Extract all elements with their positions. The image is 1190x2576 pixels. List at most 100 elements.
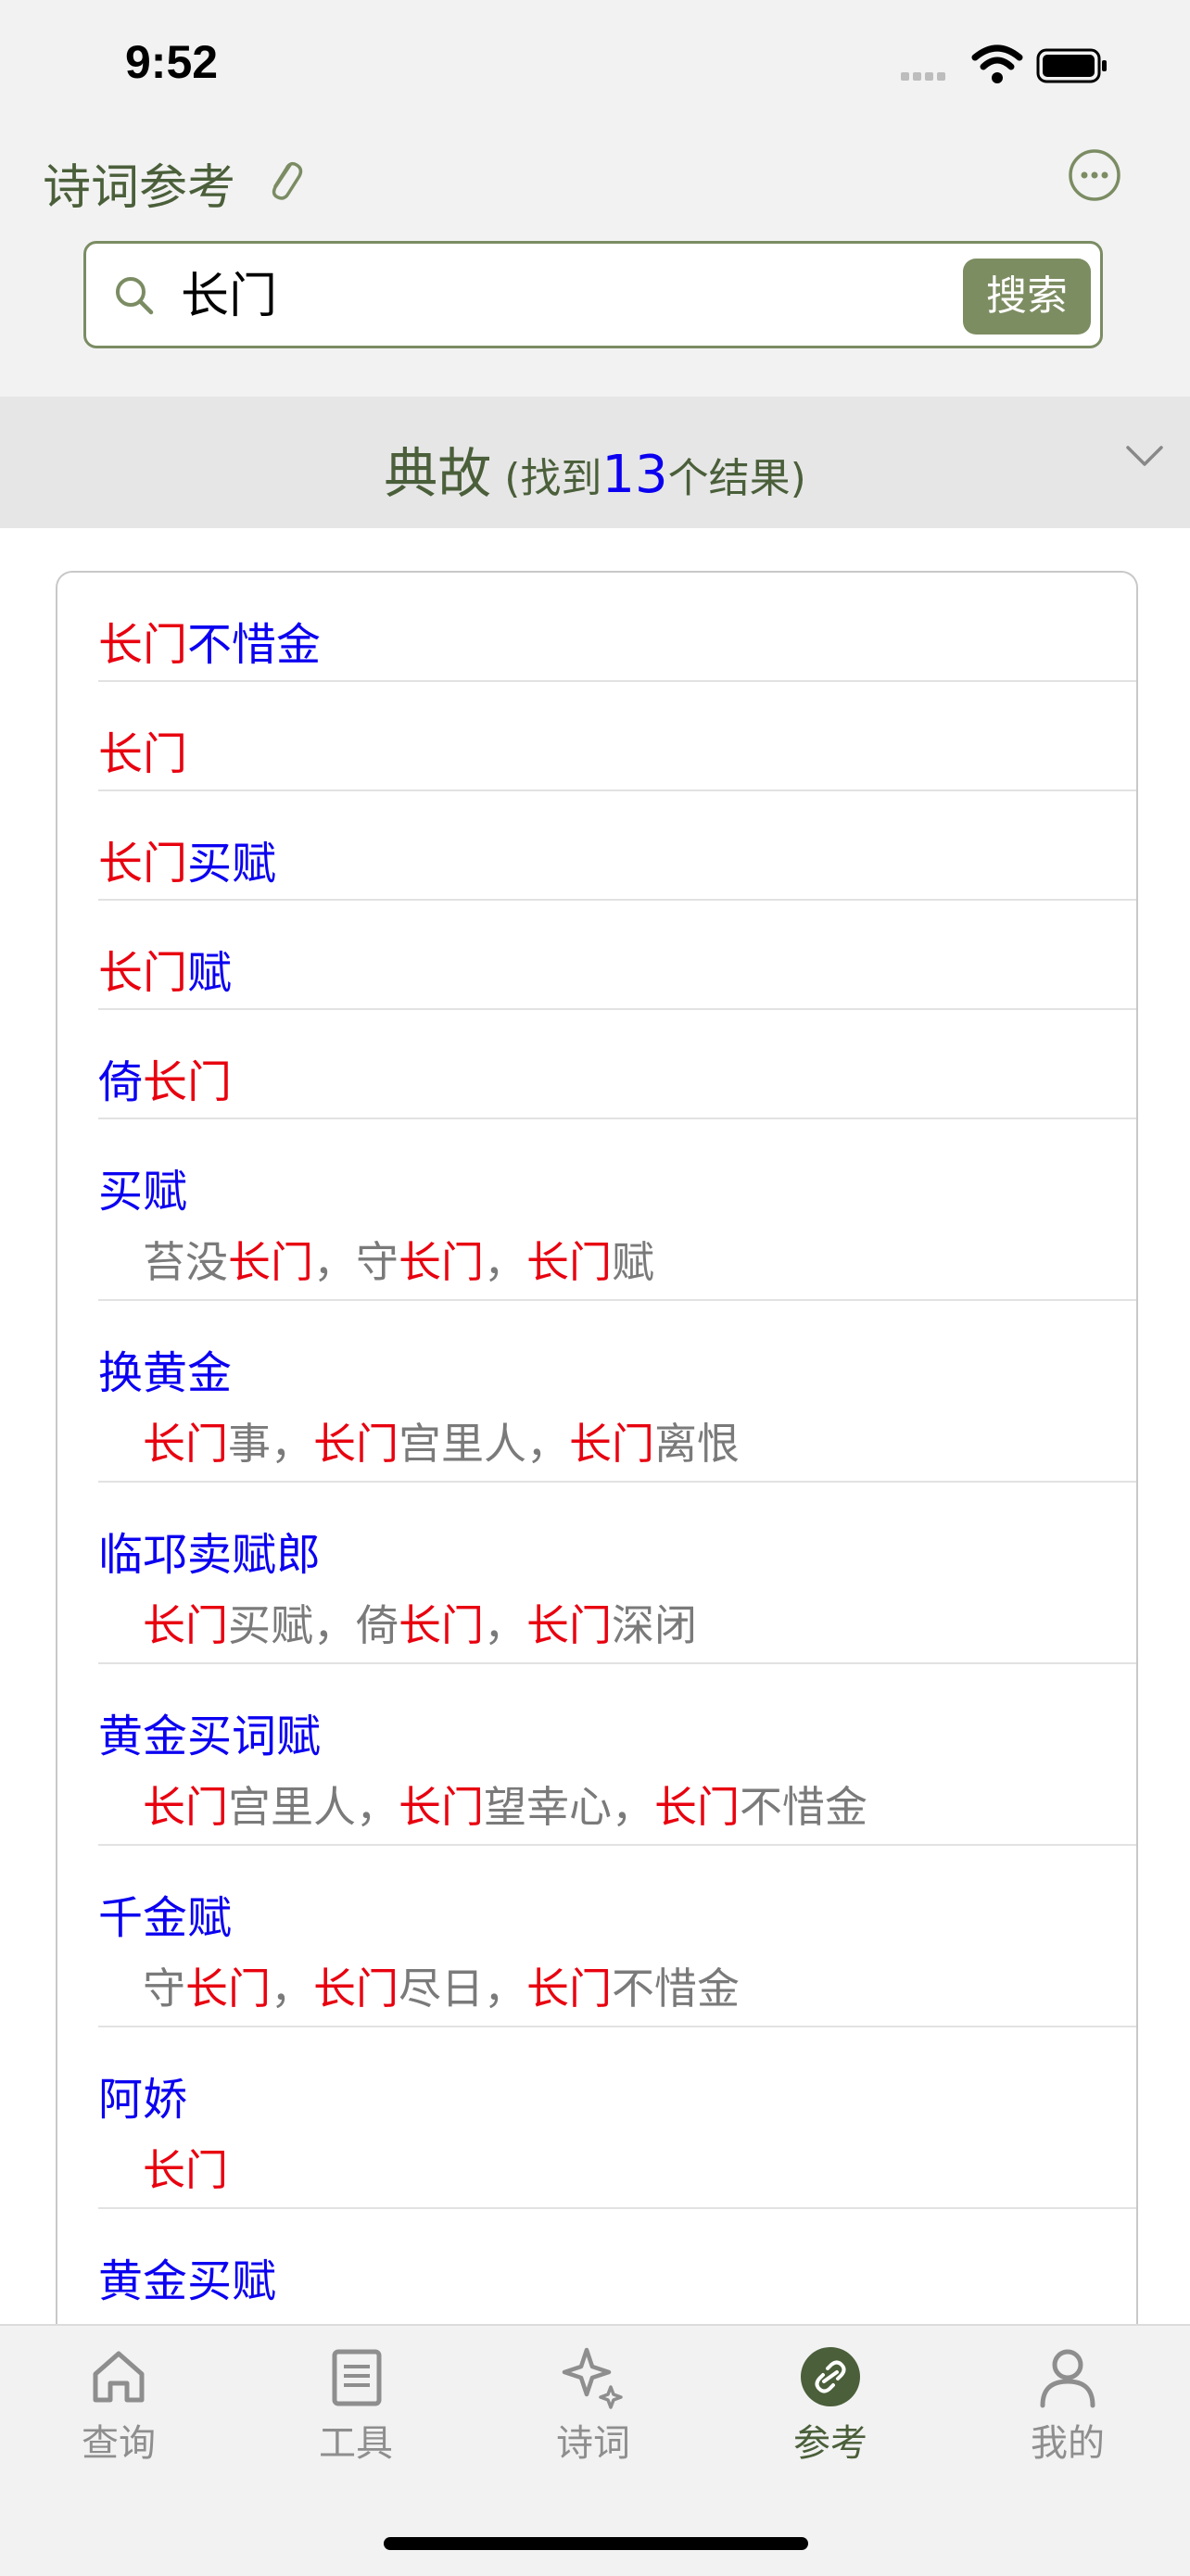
tab-mine[interactable]: 我的 [975, 2344, 1160, 2467]
result-excerpt-segment: 望幸心， [484, 1782, 654, 1832]
tab-reference[interactable]: 参考 [738, 2344, 923, 2467]
app-header: 诗词参考 [0, 130, 1190, 222]
result-excerpt-segment: 不惜金 [612, 1964, 740, 2014]
result-excerpt-segment: 宫里人， [228, 1782, 399, 1832]
result-excerpt-segment: 长门 [143, 1600, 228, 1650]
result-item[interactable]: 黄金买赋 [98, 2209, 1136, 2317]
result-excerpt: 长门事，长门宫里人，长门离恨 [143, 1410, 740, 1471]
result-title-segment: 买赋 [187, 838, 277, 890]
tab-label: 查询 [82, 2422, 156, 2465]
paperclip-icon [272, 161, 303, 200]
result-excerpt-segment: 长门 [313, 1419, 399, 1469]
found-prefix: (找到 [491, 455, 602, 502]
section-label: 典故 [384, 442, 492, 505]
section-title: 典故 (找到13个结果) [0, 430, 1190, 508]
chevron-down-icon[interactable] [1125, 443, 1164, 469]
result-title-segment: 长门 [98, 728, 188, 780]
tab-tools[interactable]: 工具 [263, 2344, 449, 2467]
result-excerpt-segment: 长门 [143, 1419, 228, 1469]
section-header[interactable]: 典故 (找到13个结果) [0, 397, 1190, 528]
result-title: 黄金买词赋 [98, 1699, 321, 1764]
result-title: 倚长门 [98, 1045, 232, 1110]
result-excerpt-segment: 长门 [143, 1782, 228, 1832]
search-icon [116, 277, 154, 315]
result-excerpt: 长门买赋，倚长门，长门深闭 [143, 1592, 697, 1653]
result-excerpt-segment: 不惜金 [740, 1782, 867, 1832]
result-excerpt-segment: 长门 [526, 1237, 612, 1287]
result-item[interactable]: 长门 [98, 682, 1136, 791]
result-title: 长门不惜金 [98, 608, 321, 673]
tab-label: 我的 [1031, 2422, 1105, 2465]
result-excerpt: 长门宫里人，长门望幸心，长门不惜金 [143, 1774, 867, 1835]
result-title-segment: 千金赋 [98, 1892, 233, 1944]
result-title: 长门赋 [98, 936, 232, 1001]
person-icon [1040, 2349, 1095, 2408]
result-title-segment: 长门 [98, 947, 188, 999]
result-title-segment: 倚 [98, 1056, 144, 1108]
result-item[interactable]: 长门赋 [98, 901, 1136, 1010]
result-title-segment: 长门 [143, 1056, 233, 1108]
result-item[interactable]: 阿娇长门 [98, 2027, 1136, 2209]
result-excerpt-segment: ， [271, 1964, 313, 2014]
wifi-icon [971, 44, 1023, 83]
result-excerpt-segment: ， [484, 1600, 526, 1650]
result-excerpt: 苔没长门，守长门，长门赋 [143, 1229, 654, 1290]
search-button[interactable]: 搜索 [963, 259, 1091, 335]
result-title-segment: 阿娇 [98, 2074, 188, 2126]
result-item[interactable]: 长门买赋 [98, 791, 1136, 901]
result-excerpt-segment: 赋 [612, 1237, 654, 1287]
result-title-segment: 买赋 [98, 1166, 188, 1218]
result-title-segment: 黄金买词赋 [98, 1711, 322, 1762]
more-options-icon[interactable] [1068, 148, 1121, 202]
result-excerpt-segment: 长门 [654, 1782, 740, 1832]
result-title: 长门 [98, 717, 187, 782]
status-time: 9:52 [125, 36, 219, 88]
result-excerpt: 守长门，长门尽日，长门不惜金 [143, 1955, 740, 2016]
book-icon [332, 2349, 382, 2406]
result-excerpt-segment: 深闭 [612, 1600, 697, 1650]
result-item[interactable]: 临邛卖赋郎 长门买赋，倚长门，长门深闭 [98, 1483, 1136, 1664]
result-title: 临邛卖赋郎 [98, 1518, 321, 1583]
result-excerpt-segment: 苔没 [143, 1237, 228, 1287]
result-title-segment: 换黄金 [98, 1347, 233, 1399]
search-input[interactable] [179, 262, 924, 320]
result-excerpt-segment: 长门 [526, 1964, 612, 2014]
result-excerpt-segment: 守 [143, 1964, 185, 2014]
battery-icon [1036, 48, 1107, 83]
sparkle-icon [562, 2347, 623, 2409]
result-title: 换黄金 [98, 1336, 232, 1401]
result-item[interactable]: 换黄金长门事，长门宫里人，长门离恨 [98, 1301, 1136, 1483]
result-item[interactable]: 长门不惜金 [98, 573, 1136, 682]
result-title-segment: 赋 [187, 947, 233, 999]
home-icon [93, 2351, 145, 2403]
result-title: 买赋 [98, 1155, 187, 1219]
result-excerpt-segment: 长门 [185, 1964, 271, 2014]
result-item[interactable]: 黄金买词赋长门宫里人，长门望幸心，长门不惜金 [98, 1664, 1136, 1846]
result-excerpt-segment: 离恨 [654, 1419, 740, 1469]
result-excerpt-segment: 长门 [143, 2145, 228, 2195]
result-excerpt-segment: 长门 [399, 1600, 484, 1650]
result-excerpt-segment: 长门 [569, 1419, 654, 1469]
result-item[interactable]: 千金赋 守长门，长门尽日，长门不惜金 [98, 1846, 1136, 2027]
result-excerpt-segment: 买赋，倚 [228, 1600, 399, 1650]
result-title-segment: 不惜金 [187, 619, 322, 671]
tab-poetry[interactable]: 诗词 [500, 2344, 686, 2467]
found-suffix: 个结果) [667, 455, 806, 502]
result-excerpt-segment: 尽日， [399, 1964, 526, 2014]
tab-query[interactable]: 查询 [26, 2344, 211, 2467]
result-excerpt-segment: ， [484, 1237, 526, 1287]
result-excerpt-segment: 长门 [313, 1964, 399, 2014]
result-excerpt-segment: 宫里人， [399, 1419, 569, 1469]
signal-icon [901, 67, 949, 84]
result-title-segment: 黄金买赋 [98, 2255, 277, 2307]
result-item[interactable]: 倚长门 [98, 1010, 1136, 1119]
result-title: 千金赋 [98, 1881, 232, 1946]
result-excerpt: 长门 [143, 2137, 228, 2198]
result-title: 阿娇 [98, 2063, 187, 2128]
result-title-segment: 长门 [98, 838, 188, 890]
tab-label: 参考 [793, 2422, 867, 2465]
result-item[interactable]: 买赋 苔没长门，守长门，长门赋 [98, 1119, 1136, 1301]
result-title-segment: 长门 [98, 619, 188, 671]
results-card: 长门不惜金 长门 长门买赋 长门赋 倚长门 买赋 苔没长门，守长门，长门赋 换黄金 长门事，长门… [56, 571, 1138, 2333]
search-bar: 搜索 [83, 241, 1103, 348]
